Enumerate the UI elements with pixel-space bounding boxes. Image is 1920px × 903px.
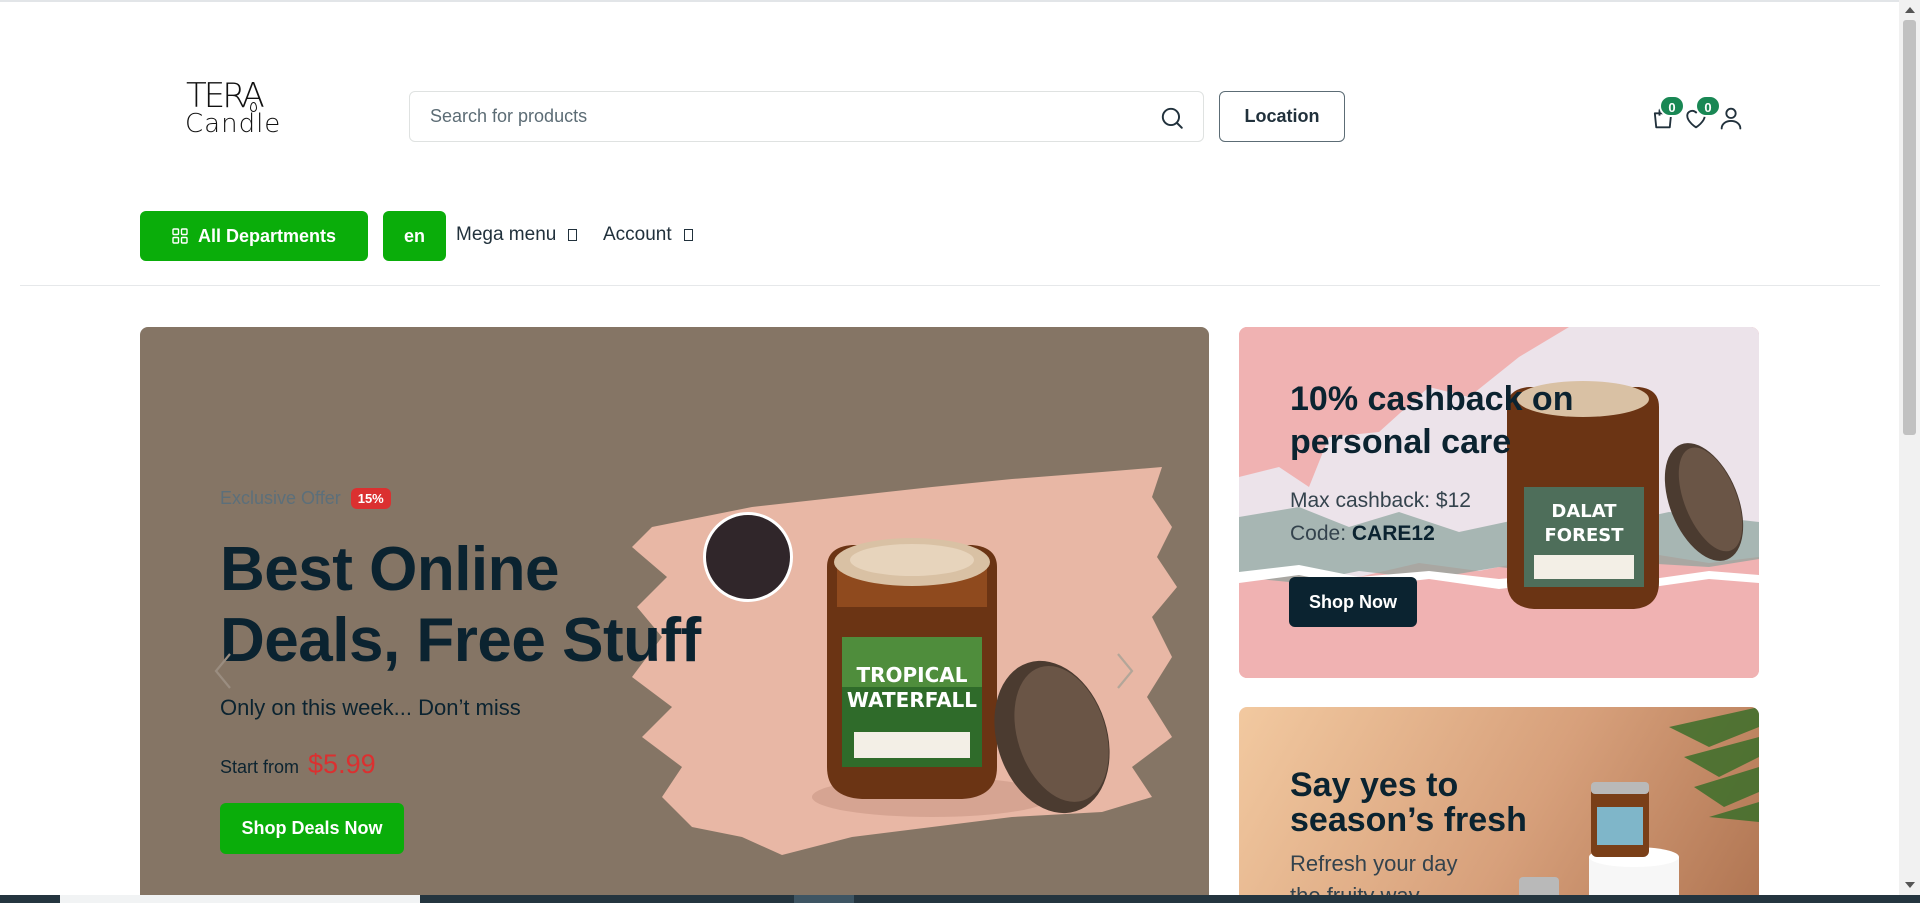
scrollbar-thumb[interactable] (1903, 20, 1916, 435)
user-icon[interactable] (1717, 104, 1745, 132)
exclusive-offer: Exclusive Offer 15% (220, 488, 391, 509)
vertical-scrollbar[interactable] (1899, 0, 1920, 895)
hero-title: Best Online Deals, Free Stuff (220, 535, 701, 675)
location-button[interactable]: Location (1219, 91, 1345, 142)
promo-card-cashback[interactable]: DALAT FOREST 10% cashback on personal ca… (1239, 327, 1759, 678)
slider-dot[interactable] (703, 512, 793, 602)
hero-price: $5.99 (308, 749, 376, 779)
search-icon[interactable] (1159, 105, 1185, 131)
nav-account[interactable]: Account (603, 224, 693, 246)
promo-code-label: Code: (1290, 522, 1347, 545)
nav-account-label: Account (603, 224, 672, 245)
page: TERA Candle Location 0 0 All Departments (0, 0, 1899, 895)
all-departments-button[interactable]: All Departments (140, 211, 368, 261)
logo-line-2: Candle (185, 109, 282, 139)
chevron-down-icon (568, 229, 578, 241)
promo-card-season[interactable]: Say yes to season’s fresh Refresh your d… (1239, 707, 1759, 895)
chevron-down-icon (683, 229, 693, 241)
promo-card-line-2: the fruity way (1290, 883, 1420, 895)
discount-badge: 15% (350, 488, 391, 509)
site-logo[interactable]: TERA Candle (184, 76, 284, 140)
hero-jar-label-2: WATERFALL (847, 688, 977, 712)
search-input[interactable] (430, 106, 1130, 127)
shop-now-button[interactable]: Shop Now (1289, 577, 1417, 627)
hero-price-line: Start from $5.99 (220, 749, 376, 780)
chevron-right-icon[interactable] (1110, 648, 1138, 694)
promo-card-title: 10% cashback on personal care (1290, 380, 1574, 461)
search-box (409, 91, 1204, 142)
all-departments-label: All Departments (197, 225, 337, 246)
hero-slider: TROPICAL WATERFALL Exclusive Offer 15% B… (140, 327, 1209, 895)
taskbar-segment (60, 895, 420, 903)
language-button[interactable]: en (383, 211, 446, 261)
grid-icon (172, 228, 188, 244)
promo-card-line-1: Refresh your day (1290, 851, 1458, 876)
shop-deals-button[interactable]: Shop Deals Now (220, 803, 404, 854)
promo-code: CARE12 (1351, 522, 1435, 545)
card-jar-label-2: FOREST (1545, 525, 1625, 546)
taskbar-segment (794, 895, 854, 903)
nav-mega-menu[interactable]: Mega menu (456, 224, 578, 246)
nav-mega-menu-label: Mega menu (456, 224, 557, 245)
chevron-left-icon[interactable] (210, 648, 238, 694)
card-jar-label-1: DALAT (1551, 501, 1617, 522)
start-from-label: Start from (220, 757, 300, 777)
scroll-up-icon[interactable] (1905, 7, 1915, 13)
offer-label: Exclusive Offer (220, 488, 341, 508)
promo-card-code-line: Code: CARE12 (1290, 522, 1435, 546)
header-divider (20, 285, 1880, 286)
taskbar (0, 895, 1920, 903)
promo-card-title: Say yes to season’s fresh (1290, 766, 1527, 839)
hero-jar-label-1: TROPICAL (856, 663, 967, 687)
hero-subtitle: Only on this week... Don’t miss (220, 695, 521, 720)
scroll-down-icon[interactable] (1905, 882, 1915, 888)
promo-card-max-cashback: Max cashback: $12 (1290, 489, 1471, 512)
